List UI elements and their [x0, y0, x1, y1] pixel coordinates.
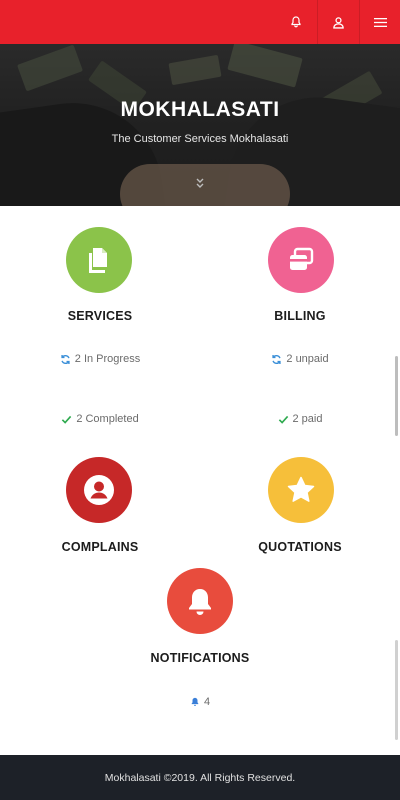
- complains-label[interactable]: COMPLAINS: [0, 540, 200, 554]
- hero-subtitle: The Customer Services Mokhalasati: [111, 133, 289, 145]
- check-icon: [62, 415, 72, 424]
- scroll-down-icon[interactable]: [193, 176, 207, 190]
- services-label[interactable]: SERVICES: [0, 309, 200, 323]
- user-icon: [332, 16, 344, 29]
- notifications-tile-button[interactable]: [167, 568, 233, 634]
- hero-title: MOKHALASATI: [120, 98, 280, 121]
- top-navbar: [0, 0, 400, 44]
- scrollbar-thumb[interactable]: [395, 356, 398, 436]
- billing-paid: 2 paid: [200, 413, 400, 425]
- notifications-count-text: 4: [203, 696, 211, 708]
- notifications-label[interactable]: NOTIFICATIONS: [100, 651, 300, 665]
- billing-unpaid-text: 2 unpaid: [286, 353, 329, 365]
- quotations-tile-button[interactable]: [268, 457, 334, 523]
- services-completed-text: 2 Completed: [76, 413, 139, 425]
- bell-icon: [290, 16, 301, 28]
- services-tile-button[interactable]: [66, 227, 132, 293]
- footer-copyright: Mokhalasati ©2019. All Rights Reserved.: [104, 771, 296, 784]
- billing-paid-text: 2 paid: [292, 413, 323, 425]
- user-circle-icon: [84, 475, 114, 505]
- services-in-progress-text: 2 In Progress: [74, 353, 141, 365]
- bell-icon: [191, 697, 199, 706]
- notifications-count: 4: [100, 696, 300, 708]
- check-icon: [278, 415, 288, 424]
- billing-unpaid: 2 unpaid: [200, 353, 400, 365]
- hamburger-menu-icon: [373, 17, 387, 27]
- services-completed: 2 Completed: [0, 413, 200, 425]
- notifications-button[interactable]: [275, 0, 316, 44]
- star-icon: [287, 476, 315, 502]
- footer: Mokhalasati ©2019. All Rights Reserved.: [0, 755, 400, 800]
- services-in-progress: 2 In Progress: [0, 353, 200, 365]
- billing-tile-button[interactable]: [268, 227, 334, 293]
- user-account-button[interactable]: [317, 0, 358, 44]
- hero-banner: MOKHALASATI The Customer Services Mokhal…: [0, 44, 400, 206]
- sync-icon: [272, 354, 282, 364]
- app-page: MOKHALASATI The Customer Services Mokhal…: [0, 0, 400, 800]
- menu-toggle-button[interactable]: [359, 0, 400, 44]
- scrollbar-thumb[interactable]: [395, 640, 398, 740]
- bell-icon: [189, 589, 211, 615]
- quotations-label[interactable]: QUOTATIONS: [200, 540, 400, 554]
- copy-documents-icon: [89, 248, 107, 273]
- sync-icon: [61, 354, 70, 364]
- complains-tile-button[interactable]: [66, 457, 132, 523]
- cards-icon: [290, 247, 314, 270]
- billing-label[interactable]: BILLING: [200, 309, 400, 323]
